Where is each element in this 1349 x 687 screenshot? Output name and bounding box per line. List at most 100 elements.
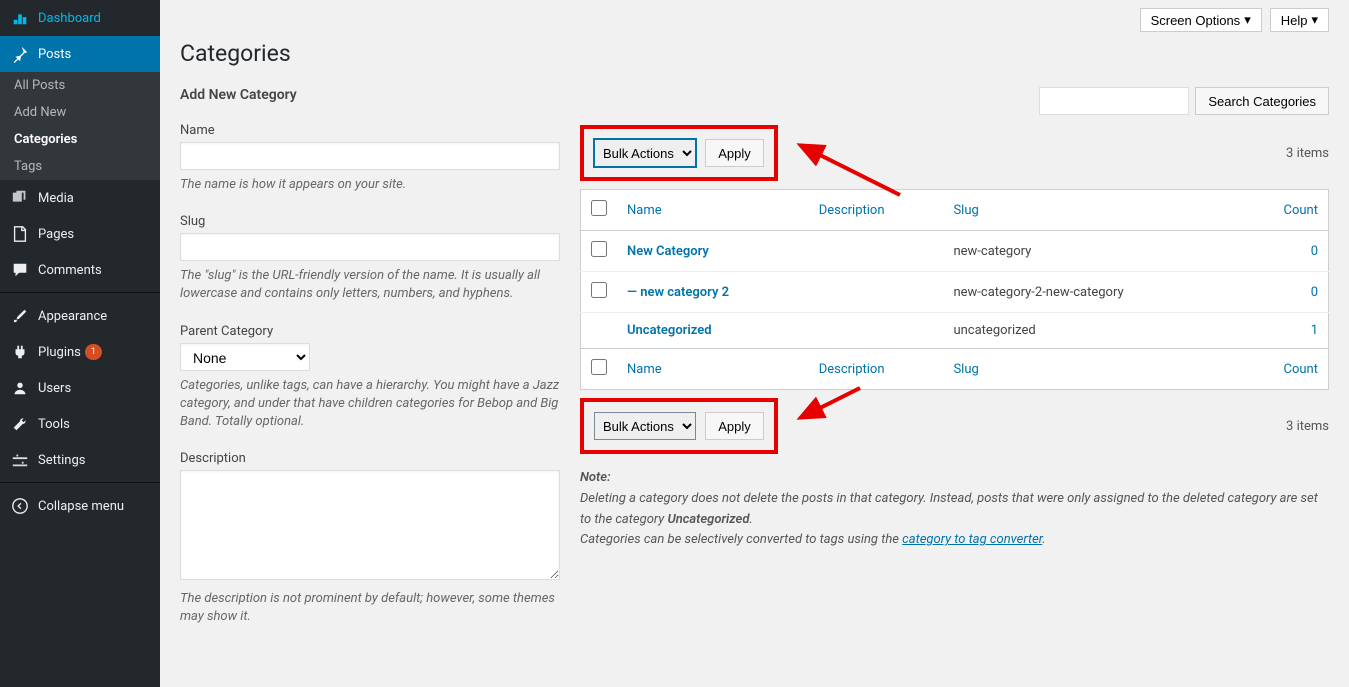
sidebar-item-tools[interactable]: Tools — [0, 406, 160, 442]
bulk-actions-select-top[interactable]: Bulk Actions — [594, 139, 696, 167]
table-row: Uncategorized uncategorized 1 — [581, 313, 1329, 349]
slug-input[interactable] — [180, 233, 560, 261]
category-name-link[interactable]: Uncategorized — [627, 323, 712, 338]
admin-sidebar: Dashboard Posts All Posts Add New Catego… — [0, 0, 160, 687]
sidebar-label: Collapse menu — [38, 499, 124, 514]
annotation-box-bottom: Bulk Actions Apply — [580, 398, 778, 454]
search-input[interactable] — [1039, 87, 1189, 115]
sidebar-submenu-posts: All Posts Add New Categories Tags — [0, 72, 160, 180]
items-count-bottom: 3 items — [1286, 419, 1329, 434]
sidebar-item-plugins[interactable]: Plugins 1 — [0, 334, 160, 370]
chevron-down-icon: ▾ — [1311, 12, 1318, 28]
search-categories-button[interactable]: Search Categories — [1195, 87, 1329, 115]
sidebar-item-settings[interactable]: Settings — [0, 442, 160, 478]
sidebar-sub-all-posts[interactable]: All Posts — [0, 72, 160, 99]
category-description — [809, 313, 944, 349]
sidebar-sub-categories[interactable]: Categories — [0, 126, 160, 153]
note-text: . — [749, 512, 752, 527]
sidebar-item-media[interactable]: Media — [0, 180, 160, 216]
select-all-checkbox-bottom[interactable] — [591, 359, 607, 375]
col-description-header[interactable]: Description — [819, 203, 885, 218]
name-label: Name — [180, 123, 560, 138]
bulk-actions-select-bottom[interactable]: Bulk Actions — [594, 412, 696, 440]
page-icon — [10, 224, 30, 244]
category-slug: new-category — [943, 231, 1242, 272]
category-count-link[interactable]: 1 — [1311, 323, 1318, 338]
slug-hint: The "slug" is the URL-friendly version o… — [180, 267, 560, 303]
dashboard-icon — [10, 8, 30, 28]
sidebar-label: Dashboard — [38, 11, 101, 26]
note-text: . — [1042, 532, 1045, 547]
category-count-link[interactable]: 0 — [1311, 244, 1318, 259]
plugin-icon — [10, 342, 30, 362]
row-checkbox[interactable] — [591, 282, 607, 298]
category-description — [809, 272, 944, 313]
sidebar-item-posts[interactable]: Posts — [0, 36, 160, 72]
chevron-down-icon: ▾ — [1244, 12, 1251, 28]
settings-icon — [10, 450, 30, 470]
description-label: Description — [180, 451, 560, 466]
category-description — [809, 231, 944, 272]
help-button[interactable]: Help ▾ — [1270, 8, 1329, 32]
brush-icon — [10, 306, 30, 326]
sidebar-label: Tools — [38, 417, 70, 432]
category-name-link[interactable]: New Category — [627, 244, 709, 259]
sidebar-label: Posts — [38, 47, 71, 62]
note-label: Note: — [580, 470, 611, 485]
category-slug: uncategorized — [943, 313, 1242, 349]
apply-button-bottom[interactable]: Apply — [705, 412, 764, 440]
parent-hint: Categories, unlike tags, can have a hier… — [180, 377, 560, 432]
col-count-header[interactable]: Count — [1284, 203, 1318, 218]
sidebar-divider — [0, 478, 160, 483]
description-hint: The description is not prominent by defa… — [180, 590, 560, 626]
collapse-icon — [10, 496, 30, 516]
col-slug-footer[interactable]: Slug — [953, 362, 978, 377]
sidebar-label: Media — [38, 191, 74, 206]
sidebar-item-appearance[interactable]: Appearance — [0, 298, 160, 334]
sidebar-item-comments[interactable]: Comments — [0, 252, 160, 288]
select-all-checkbox-top[interactable] — [591, 200, 607, 216]
note-uncategorized: Uncategorized — [667, 512, 749, 527]
screen-options-label: Screen Options — [1151, 13, 1241, 28]
table-row: New Category new-category 0 — [581, 231, 1329, 272]
sidebar-sub-tags[interactable]: Tags — [0, 153, 160, 180]
screen-options-button[interactable]: Screen Options ▾ — [1140, 8, 1262, 32]
category-to-tag-link[interactable]: category to tag converter — [902, 532, 1042, 547]
categories-table: Name Description Slug Count New Category… — [580, 189, 1329, 390]
table-row: — new category 2 new-category-2-new-cate… — [581, 272, 1329, 313]
description-textarea[interactable] — [180, 470, 560, 580]
sidebar-item-dashboard[interactable]: Dashboard — [0, 0, 160, 36]
note-text: Categories can be selectively converted … — [580, 532, 902, 547]
sidebar-item-pages[interactable]: Pages — [0, 216, 160, 252]
sidebar-label: Settings — [38, 453, 85, 468]
slug-label: Slug — [180, 214, 560, 229]
category-name-link[interactable]: — new category 2 — [627, 285, 729, 300]
category-count-link[interactable]: 0 — [1311, 285, 1318, 300]
parent-label: Parent Category — [180, 324, 560, 339]
sidebar-label: Pages — [38, 227, 74, 242]
col-description-footer[interactable]: Description — [819, 362, 885, 377]
sidebar-item-users[interactable]: Users — [0, 370, 160, 406]
name-hint: The name is how it appears on your site. — [180, 176, 560, 194]
sidebar-sub-add-new[interactable]: Add New — [0, 99, 160, 126]
apply-button-top[interactable]: Apply — [705, 139, 764, 167]
users-icon — [10, 378, 30, 398]
col-count-footer[interactable]: Count — [1284, 362, 1318, 377]
plugins-update-badge: 1 — [85, 344, 102, 360]
sidebar-collapse[interactable]: Collapse menu — [0, 488, 160, 524]
sidebar-label: Plugins — [38, 345, 81, 360]
row-checkbox[interactable] — [591, 241, 607, 257]
sidebar-label: Users — [38, 381, 71, 396]
annotation-box-top: Bulk Actions Apply — [580, 125, 778, 181]
help-label: Help — [1281, 13, 1308, 28]
col-slug-header[interactable]: Slug — [953, 203, 978, 218]
category-slug: new-category-2-new-category — [943, 272, 1242, 313]
form-title: Add New Category — [180, 87, 560, 103]
parent-select[interactable]: None — [180, 343, 310, 371]
name-input[interactable] — [180, 142, 560, 170]
col-name-header[interactable]: Name — [627, 203, 662, 218]
categories-note: Note: Deleting a category does not delet… — [580, 468, 1329, 551]
pin-icon — [10, 44, 30, 64]
comment-icon — [10, 260, 30, 280]
col-name-footer[interactable]: Name — [627, 362, 662, 377]
